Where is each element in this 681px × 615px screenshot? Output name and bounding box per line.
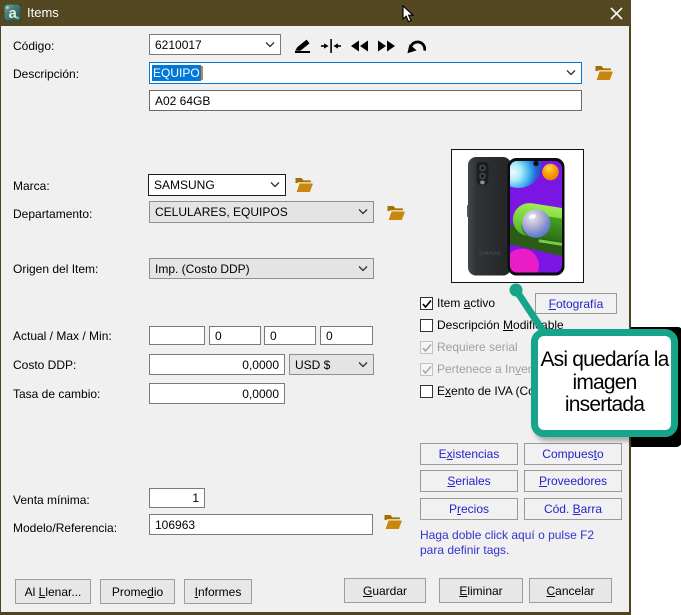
svg-text:a: a <box>9 5 18 21</box>
svg-text:SAMSUNG: SAMSUNG <box>479 251 502 256</box>
